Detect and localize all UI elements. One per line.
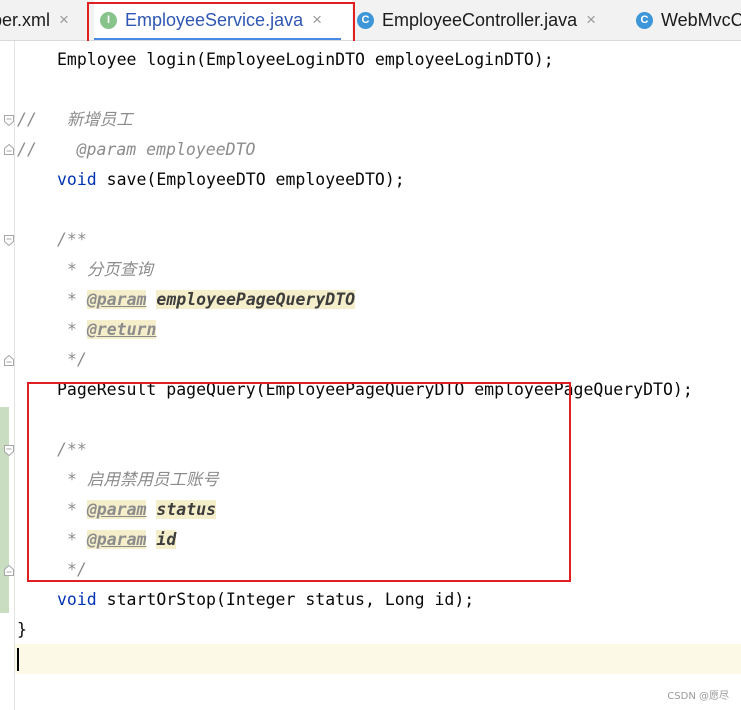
- fold-marker-icon[interactable]: [4, 235, 14, 246]
- closing-brace: }: [17, 615, 27, 645]
- fold-marker-icon[interactable]: [4, 144, 14, 155]
- javadoc-line: * @param employeePageQueryDTO: [67, 285, 356, 315]
- comment-token: @param employeeDTO: [76, 140, 256, 159]
- keyword-token: void: [57, 170, 97, 189]
- javadoc-tag: @param: [86, 500, 147, 519]
- comment-token: */: [67, 350, 87, 369]
- javadoc-tag: @param: [86, 290, 147, 309]
- javadoc-tag: @return: [86, 320, 157, 339]
- tab-employee-service[interactable]: I EmployeeService.java ×: [94, 0, 352, 40]
- comment-token: //: [17, 110, 37, 129]
- comment-token: 分页查询: [86, 260, 153, 279]
- fold-marker-icon[interactable]: [4, 565, 14, 576]
- tab-label: WebMvcC: [661, 9, 741, 30]
- tab-webmvc-config[interactable]: C WebMvcC: [636, 0, 741, 40]
- javadoc-line: * 分页查询: [67, 255, 153, 285]
- javadoc-close: */: [67, 555, 87, 585]
- editor-tab-bar: per.xml × I EmployeeService.java × C Emp…: [0, 0, 741, 41]
- tab-employee-controller[interactable]: C EmployeeController.java ×: [357, 0, 596, 40]
- fold-marker-icon[interactable]: [4, 115, 14, 126]
- comment-token: *: [67, 500, 77, 519]
- class-file-icon: C: [357, 11, 374, 29]
- code-token: PageResult pageQuery(EmployeePageQueryDT…: [57, 380, 693, 399]
- comment-token: 新增员工: [66, 110, 133, 129]
- code-token: login(EmployeeLoginDTO employeeLoginDTO)…: [136, 50, 554, 69]
- class-file-icon: C: [636, 11, 653, 29]
- comment-token: /**: [57, 440, 87, 459]
- close-icon[interactable]: ×: [59, 10, 69, 30]
- tab-mapper-xml[interactable]: per.xml ×: [0, 0, 69, 40]
- javadoc-line: * @param id: [67, 525, 177, 555]
- javadoc-param-name: employeePageQueryDTO: [156, 290, 356, 309]
- javadoc-param-name: id: [156, 530, 177, 549]
- code-line-comment: // 新增员工: [17, 105, 133, 135]
- watermark: CSDN @愿尽: [667, 691, 729, 702]
- code-editor[interactable]: Employee login(EmployeeLoginDTO employee…: [0, 41, 741, 710]
- current-line-highlight: [15, 644, 741, 674]
- tab-label: per.xml: [0, 9, 51, 30]
- vcs-change-marker: [0, 407, 9, 613]
- tab-label: EmployeeController.java: [382, 9, 578, 30]
- code-line-pagequery: PageResult pageQuery(EmployeePageQueryDT…: [57, 375, 693, 405]
- javadoc-line: * 启用禁用员工账号: [67, 465, 219, 495]
- code-line-login: Employee login(EmployeeLoginDTO employee…: [57, 45, 554, 75]
- code-line-comment: // @param employeeDTO: [17, 135, 255, 165]
- comment-token: *: [67, 260, 77, 279]
- gutter-separator: [14, 41, 15, 710]
- code-line-startorstop: void startOrStop(Integer status, Long id…: [57, 585, 474, 615]
- comment-token: //: [17, 140, 37, 159]
- tab-label: EmployeeService.java: [125, 9, 304, 30]
- javadoc-close: */: [67, 345, 87, 375]
- comment-token: *: [67, 470, 77, 489]
- comment-token: 启用禁用员工账号: [86, 470, 219, 489]
- javadoc-tag: @param: [86, 530, 147, 549]
- fold-marker-icon[interactable]: [4, 355, 14, 366]
- close-icon[interactable]: ×: [586, 10, 596, 30]
- javadoc-open: /**: [57, 435, 87, 465]
- code-token: }: [17, 620, 27, 639]
- code-token: startOrStop(Integer status, Long id);: [96, 590, 475, 609]
- type-token: Employee: [57, 50, 137, 69]
- javadoc-line: * @return: [67, 315, 157, 345]
- interface-file-icon: I: [100, 11, 117, 29]
- code-token: save(EmployeeDTO employeeDTO);: [96, 170, 405, 189]
- comment-token: *: [67, 530, 77, 549]
- fold-marker-icon[interactable]: [4, 445, 14, 456]
- close-icon[interactable]: ×: [312, 10, 322, 30]
- comment-token: *: [67, 320, 77, 339]
- code-line-save: void save(EmployeeDTO employeeDTO);: [57, 165, 405, 195]
- javadoc-line: * @param status: [67, 495, 217, 525]
- comment-token: */: [67, 560, 87, 579]
- javadoc-open: /**: [57, 225, 87, 255]
- text-caret: [17, 648, 19, 671]
- keyword-token: void: [57, 590, 97, 609]
- comment-token: *: [67, 290, 77, 309]
- comment-token: /**: [57, 230, 87, 249]
- javadoc-param-name: status: [156, 500, 217, 519]
